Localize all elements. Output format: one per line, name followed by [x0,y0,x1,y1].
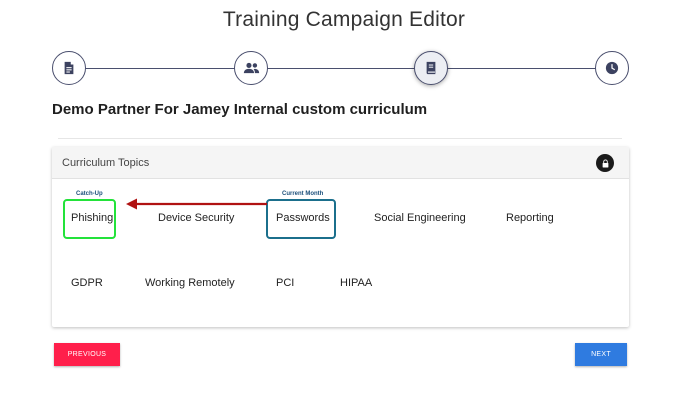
clock-icon [605,61,619,75]
next-button[interactable]: NEXT [575,343,627,366]
step-details[interactable] [52,51,86,85]
catch-up-tag: Catch-Up [76,191,103,197]
topic-working-remotely[interactable]: Working Remotely [145,277,235,289]
topic-phishing[interactable]: Phishing [63,199,116,239]
curriculum-title: Demo Partner For Jamey Internal custom c… [52,101,428,118]
divider [58,138,622,139]
topic-social-engineering[interactable]: Social Engineering [374,212,466,224]
topic-reporting[interactable]: Reporting [506,212,554,224]
book-icon [426,61,436,75]
card-header-title: Curriculum Topics [62,156,150,169]
page-title: Training Campaign Editor [222,8,466,31]
curriculum-topics-card: Curriculum Topics Catch-Up Current Month… [52,147,629,327]
topic-hipaa[interactable]: HIPAA [340,277,372,289]
topic-passwords[interactable]: Passwords [266,199,336,239]
catch-up-arrow [126,198,267,210]
step-users[interactable] [234,51,268,85]
step-curriculum[interactable] [414,51,448,85]
lock-button[interactable] [596,154,614,172]
topic-pci[interactable]: PCI [276,277,294,289]
step-schedule[interactable] [595,51,629,85]
card-header: Curriculum Topics [52,147,629,179]
document-icon [64,61,74,75]
topic-gdpr[interactable]: GDPR [71,277,103,289]
users-icon [243,62,259,74]
previous-button[interactable]: PREVIOUS [54,343,120,366]
lock-icon [602,158,608,168]
stepper-line [70,68,612,69]
current-month-tag: Current Month [282,191,324,197]
